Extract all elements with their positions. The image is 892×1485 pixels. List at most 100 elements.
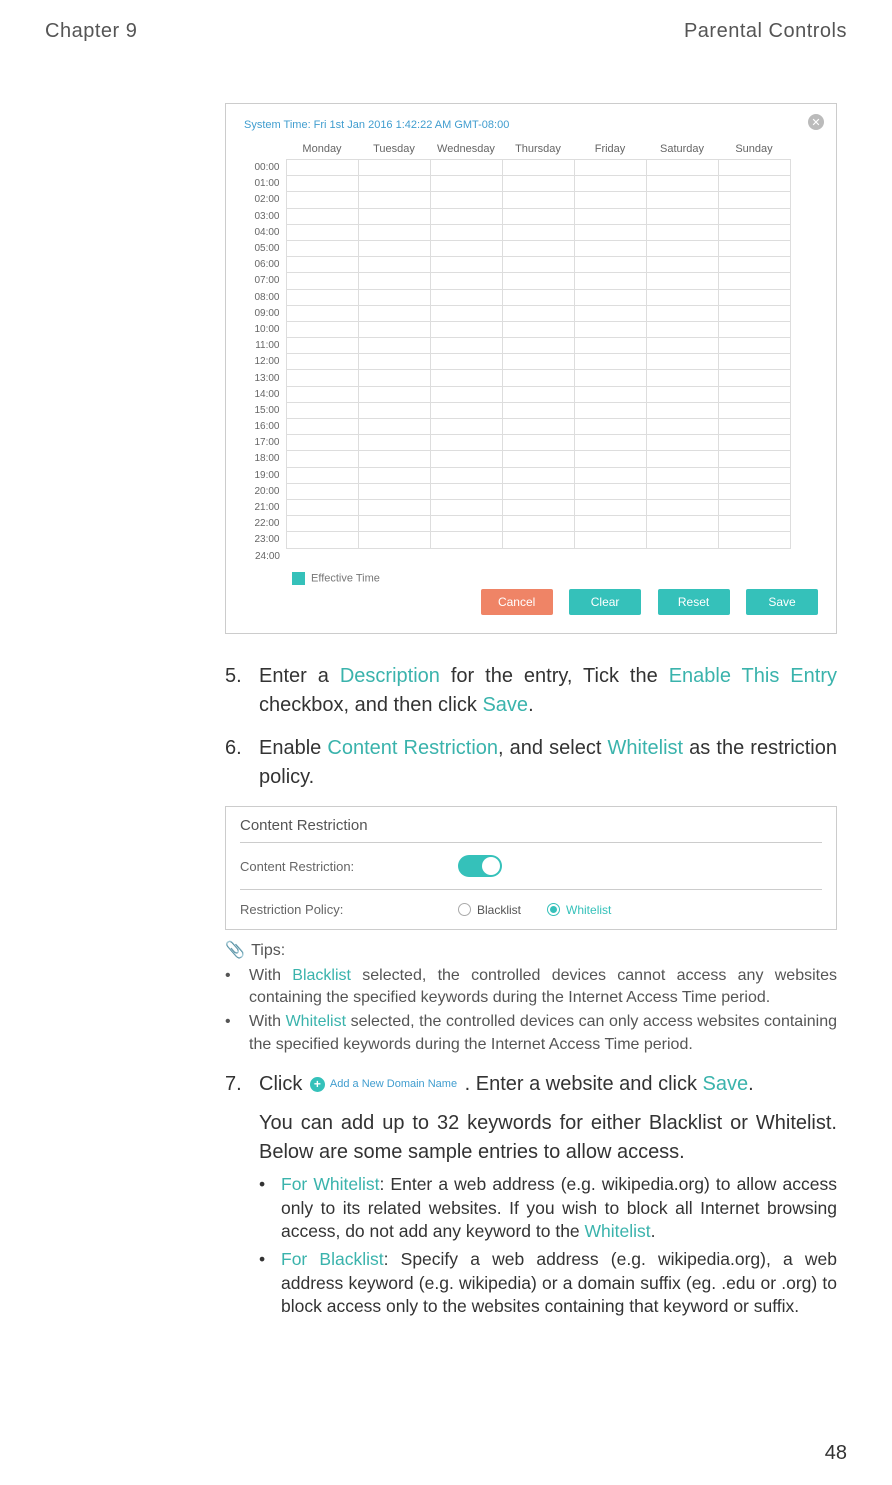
schedule-cell[interactable] [286, 192, 358, 208]
schedule-cell[interactable] [646, 273, 718, 289]
schedule-cell[interactable] [574, 257, 646, 273]
schedule-cell[interactable] [502, 273, 574, 289]
schedule-cell[interactable] [286, 338, 358, 354]
schedule-cell[interactable] [430, 386, 502, 402]
schedule-cell[interactable] [718, 305, 790, 321]
schedule-cell[interactable] [286, 321, 358, 337]
schedule-cell[interactable] [718, 321, 790, 337]
schedule-cell[interactable] [502, 208, 574, 224]
schedule-cell[interactable] [718, 192, 790, 208]
schedule-cell[interactable] [358, 451, 430, 467]
schedule-cell[interactable] [286, 176, 358, 192]
schedule-cell[interactable] [286, 451, 358, 467]
schedule-cell[interactable] [358, 467, 430, 483]
schedule-cell[interactable] [502, 451, 574, 467]
schedule-cell[interactable] [718, 435, 790, 451]
schedule-cell[interactable] [502, 386, 574, 402]
schedule-cell[interactable] [358, 516, 430, 532]
schedule-cell[interactable] [718, 289, 790, 305]
schedule-cell[interactable] [358, 370, 430, 386]
schedule-cell[interactable] [502, 467, 574, 483]
schedule-cell[interactable] [646, 532, 718, 548]
schedule-cell[interactable] [286, 483, 358, 499]
schedule-cell[interactable] [574, 321, 646, 337]
schedule-cell[interactable] [286, 354, 358, 370]
radio-whitelist[interactable]: Whitelist [547, 903, 611, 917]
schedule-cell[interactable] [430, 467, 502, 483]
schedule-cell[interactable] [358, 240, 430, 256]
schedule-cell[interactable] [358, 419, 430, 435]
schedule-cell[interactable] [574, 483, 646, 499]
schedule-cell[interactable] [502, 370, 574, 386]
schedule-cell[interactable] [286, 208, 358, 224]
schedule-cell[interactable] [430, 419, 502, 435]
schedule-cell[interactable] [286, 467, 358, 483]
schedule-grid[interactable]: MondayTuesdayWednesdayThursdayFridaySatu… [244, 143, 818, 564]
schedule-cell[interactable] [358, 354, 430, 370]
schedule-cell[interactable] [358, 483, 430, 499]
schedule-cell[interactable] [502, 532, 574, 548]
schedule-cell[interactable] [286, 402, 358, 418]
schedule-cell[interactable] [646, 354, 718, 370]
schedule-cell[interactable] [574, 467, 646, 483]
schedule-cell[interactable] [718, 338, 790, 354]
schedule-cell[interactable] [718, 257, 790, 273]
schedule-cell[interactable] [502, 435, 574, 451]
schedule-cell[interactable] [358, 273, 430, 289]
schedule-cell[interactable] [286, 305, 358, 321]
schedule-cell[interactable] [430, 224, 502, 240]
save-button[interactable]: Save [746, 589, 818, 615]
schedule-cell[interactable] [718, 370, 790, 386]
schedule-cell[interactable] [502, 176, 574, 192]
schedule-cell[interactable] [430, 160, 502, 176]
schedule-cell[interactable] [718, 402, 790, 418]
schedule-cell[interactable] [502, 240, 574, 256]
schedule-cell[interactable] [502, 419, 574, 435]
schedule-cell[interactable] [502, 305, 574, 321]
schedule-cell[interactable] [574, 386, 646, 402]
schedule-cell[interactable] [430, 273, 502, 289]
schedule-cell[interactable] [718, 532, 790, 548]
schedule-cell[interactable] [718, 467, 790, 483]
schedule-cell[interactable] [646, 483, 718, 499]
schedule-cell[interactable] [646, 402, 718, 418]
schedule-cell[interactable] [286, 370, 358, 386]
schedule-cell[interactable] [502, 516, 574, 532]
schedule-cell[interactable] [502, 499, 574, 515]
schedule-cell[interactable] [286, 257, 358, 273]
schedule-cell[interactable] [430, 483, 502, 499]
schedule-cell[interactable] [502, 192, 574, 208]
schedule-cell[interactable] [646, 516, 718, 532]
schedule-cell[interactable] [286, 160, 358, 176]
schedule-cell[interactable] [430, 192, 502, 208]
schedule-cell[interactable] [502, 160, 574, 176]
schedule-cell[interactable] [430, 402, 502, 418]
schedule-cell[interactable] [358, 499, 430, 515]
schedule-cell[interactable] [574, 532, 646, 548]
schedule-cell[interactable] [430, 370, 502, 386]
schedule-cell[interactable] [646, 435, 718, 451]
schedule-cell[interactable] [358, 192, 430, 208]
schedule-cell[interactable] [718, 483, 790, 499]
schedule-cell[interactable] [358, 257, 430, 273]
schedule-cell[interactable] [718, 208, 790, 224]
schedule-cell[interactable] [646, 257, 718, 273]
schedule-cell[interactable] [502, 257, 574, 273]
schedule-cell[interactable] [646, 208, 718, 224]
schedule-cell[interactable] [574, 160, 646, 176]
schedule-cell[interactable] [502, 402, 574, 418]
schedule-cell[interactable] [574, 240, 646, 256]
schedule-cell[interactable] [430, 321, 502, 337]
schedule-cell[interactable] [430, 176, 502, 192]
radio-blacklist[interactable]: Blacklist [458, 903, 521, 917]
schedule-cell[interactable] [502, 224, 574, 240]
schedule-cell[interactable] [646, 224, 718, 240]
schedule-cell[interactable] [574, 289, 646, 305]
clear-button[interactable]: Clear [569, 589, 641, 615]
schedule-cell[interactable] [718, 176, 790, 192]
schedule-cell[interactable] [646, 176, 718, 192]
schedule-cell[interactable] [358, 160, 430, 176]
schedule-cell[interactable] [574, 402, 646, 418]
schedule-cell[interactable] [574, 499, 646, 515]
schedule-cell[interactable] [718, 224, 790, 240]
